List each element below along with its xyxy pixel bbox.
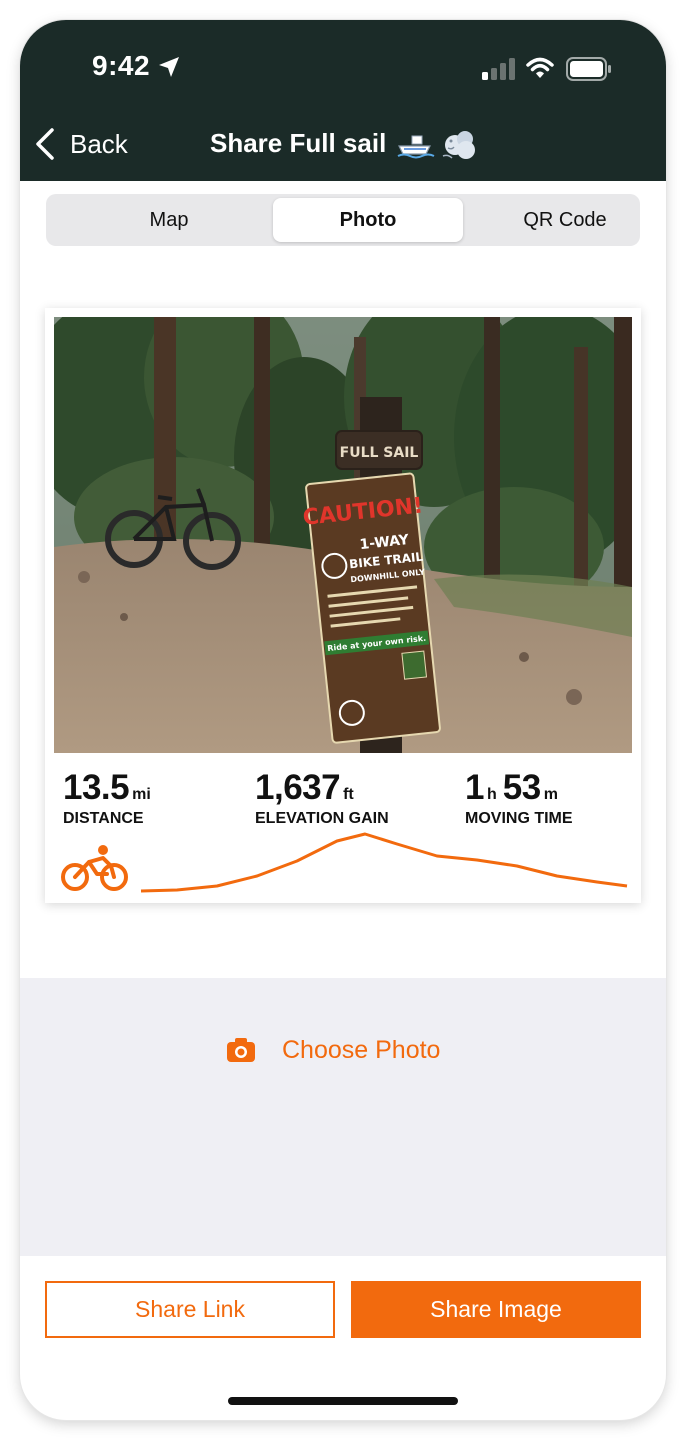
distance-unit: mi [132, 786, 151, 803]
chevron-left-icon [36, 128, 54, 160]
wind-face-emoji-icon [442, 131, 475, 159]
status-time: 9:42 [92, 50, 151, 81]
elevation-unit: ft [343, 786, 354, 803]
view-segmented-control: Map Photo QR Code [46, 194, 640, 246]
choose-photo-button[interactable]: Choose Photo [226, 1030, 440, 1070]
tab-map[interactable]: Map [74, 198, 264, 242]
moving-minutes-unit: m [543, 786, 558, 803]
elevation-value: 1,637 [255, 768, 341, 807]
page-title: Share Full sail [210, 128, 387, 158]
wifi-icon [526, 57, 554, 78]
moving-hours: 1 [465, 768, 484, 807]
elevation-profile-graph [140, 832, 628, 893]
camera-icon [227, 1038, 255, 1062]
back-button[interactable]: Back [34, 124, 128, 164]
tab-qr-code[interactable]: QR Code [470, 198, 660, 242]
nav-header: 9:42 Back Share Full sail [20, 20, 666, 181]
speedboat-emoji-icon [397, 135, 435, 159]
moving-hours-unit: h [486, 786, 497, 803]
cycling-icon [61, 845, 128, 891]
battery-icon [566, 57, 611, 81]
choose-photo-label: Choose Photo [282, 1035, 441, 1064]
sign-name-plate: FULL SAIL [340, 445, 419, 461]
location-arrow-icon [159, 57, 179, 77]
stat-moving-time: 1 h 53 m MOVING TIME [465, 768, 573, 828]
stat-elevation-gain: 1,637 ft ELEVATION GAIN [255, 768, 389, 828]
moving-minutes: 53 [502, 768, 541, 807]
activity-photo: FULL SAIL CAUTION! 1-WAY BIKE TRAIL DOWN… [54, 317, 632, 753]
tab-photo[interactable]: Photo [273, 198, 463, 242]
cellular-signal-icon [482, 58, 515, 80]
distance-value: 13.5 [63, 768, 130, 807]
share-link-button[interactable]: Share Link [45, 1281, 335, 1338]
share-image-card: FULL SAIL CAUTION! 1-WAY BIKE TRAIL DOWN… [45, 308, 641, 903]
photo-picker-area [20, 978, 666, 1256]
home-indicator [228, 1397, 458, 1405]
phone-screen: 9:42 Back Share Full sail Map Photo QR C… [20, 20, 666, 1420]
stat-distance: 13.5 mi DISTANCE [63, 768, 157, 828]
back-label: Back [70, 128, 128, 159]
share-image-button[interactable]: Share Image [351, 1281, 641, 1338]
